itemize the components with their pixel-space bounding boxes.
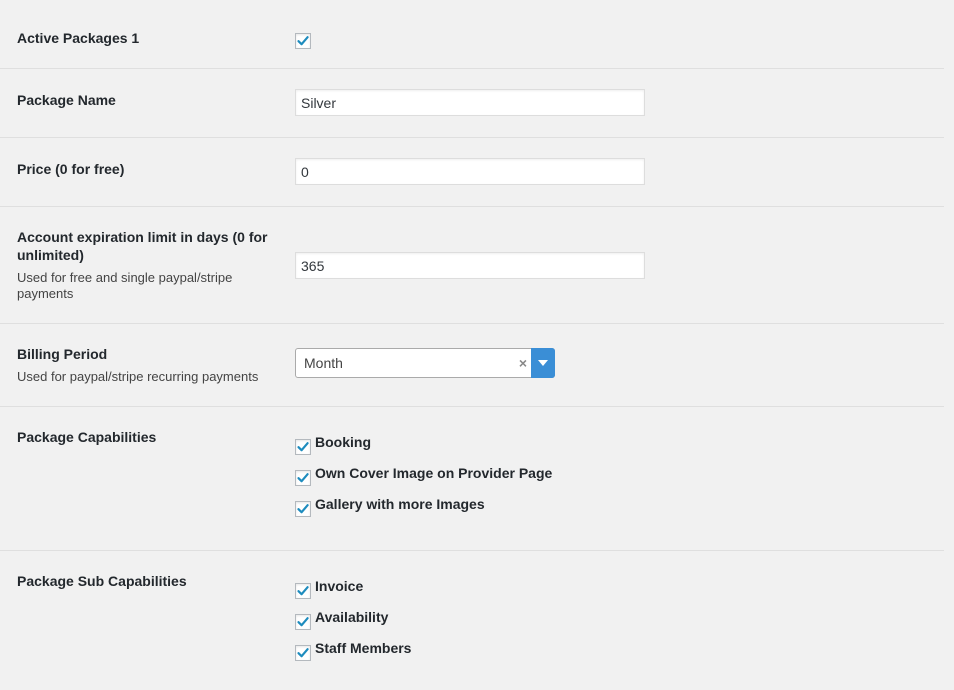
package-settings-form: Active Packages 1 Package Name Price (0 … <box>0 0 944 690</box>
billing-period-select[interactable]: Month × <box>295 348 555 378</box>
billing-period-label-block: Billing Period Used for paypal/stripe re… <box>17 345 272 385</box>
capability-gallery-checkbox[interactable] <box>295 501 311 517</box>
sub-capability-availability-checkbox[interactable] <box>295 614 311 630</box>
capabilities-list: Booking Own Cover Image on Provider Page… <box>295 433 695 533</box>
checkmark-icon <box>297 648 309 658</box>
package-name-input[interactable] <box>295 89 645 116</box>
billing-period-label: Billing Period <box>17 346 108 362</box>
active-packages-checkbox[interactable] <box>295 32 311 49</box>
row-billing-period: Billing Period Used for paypal/stripe re… <box>0 324 944 407</box>
row-price: Price (0 for free) <box>0 138 944 207</box>
sub-capability-invoice-label: Invoice <box>315 578 364 594</box>
package-name-label: Package Name <box>17 92 116 108</box>
sub-capability-invoice-checkbox[interactable] <box>295 583 311 599</box>
active-packages-label: Active Packages 1 <box>17 30 140 46</box>
package-sub-capabilities-label: Package Sub Capabilities <box>17 573 187 589</box>
sub-capability-staff-members-checkbox[interactable] <box>295 645 311 661</box>
sub-capability-staff-members-label: Staff Members <box>315 640 412 656</box>
checkmark-icon <box>297 442 309 452</box>
row-package-capabilities: Package Capabilities Booking Own Cover I… <box>0 407 944 551</box>
expiration-label: Account expiration limit in days (0 for … <box>17 229 268 263</box>
capability-cover-image-label: Own Cover Image on Provider Page <box>315 465 553 481</box>
capability-booking-checkbox[interactable] <box>295 439 311 455</box>
capability-booking-label: Booking <box>315 434 371 450</box>
sub-capabilities-list: Invoice Availability Staff Members <box>295 577 695 677</box>
expiration-label-block: Account expiration limit in days (0 for … <box>17 228 272 302</box>
sub-capability-availability-label: Availability <box>315 609 389 625</box>
checkmark-icon <box>297 586 309 596</box>
row-package-sub-capabilities: Package Sub Capabilities Invoice Availab… <box>0 551 944 690</box>
package-capabilities-label: Package Capabilities <box>17 429 157 445</box>
chevron-down-icon <box>538 360 548 366</box>
expiration-days-input[interactable] <box>295 252 645 279</box>
row-active-packages: Active Packages 1 <box>0 0 944 69</box>
clear-selection-icon[interactable]: × <box>519 355 527 371</box>
row-expiration: Account expiration limit in days (0 for … <box>0 207 944 324</box>
checkmark-icon <box>297 504 309 514</box>
checkmark-icon <box>297 617 309 627</box>
row-package-name: Package Name <box>0 69 944 138</box>
price-label: Price (0 for free) <box>17 161 125 177</box>
capability-cover-image-checkbox[interactable] <box>295 470 311 486</box>
expiration-description: Used for free and single paypal/stripe p… <box>17 270 233 301</box>
dropdown-arrow-button[interactable] <box>531 348 555 378</box>
checkmark-icon <box>297 473 309 483</box>
billing-period-description: Used for paypal/stripe recurring payment… <box>17 369 259 384</box>
checkmark-icon <box>297 35 309 46</box>
billing-period-selected-value: Month <box>304 355 343 371</box>
capability-gallery-label: Gallery with more Images <box>315 496 485 512</box>
price-input[interactable] <box>295 158 645 185</box>
